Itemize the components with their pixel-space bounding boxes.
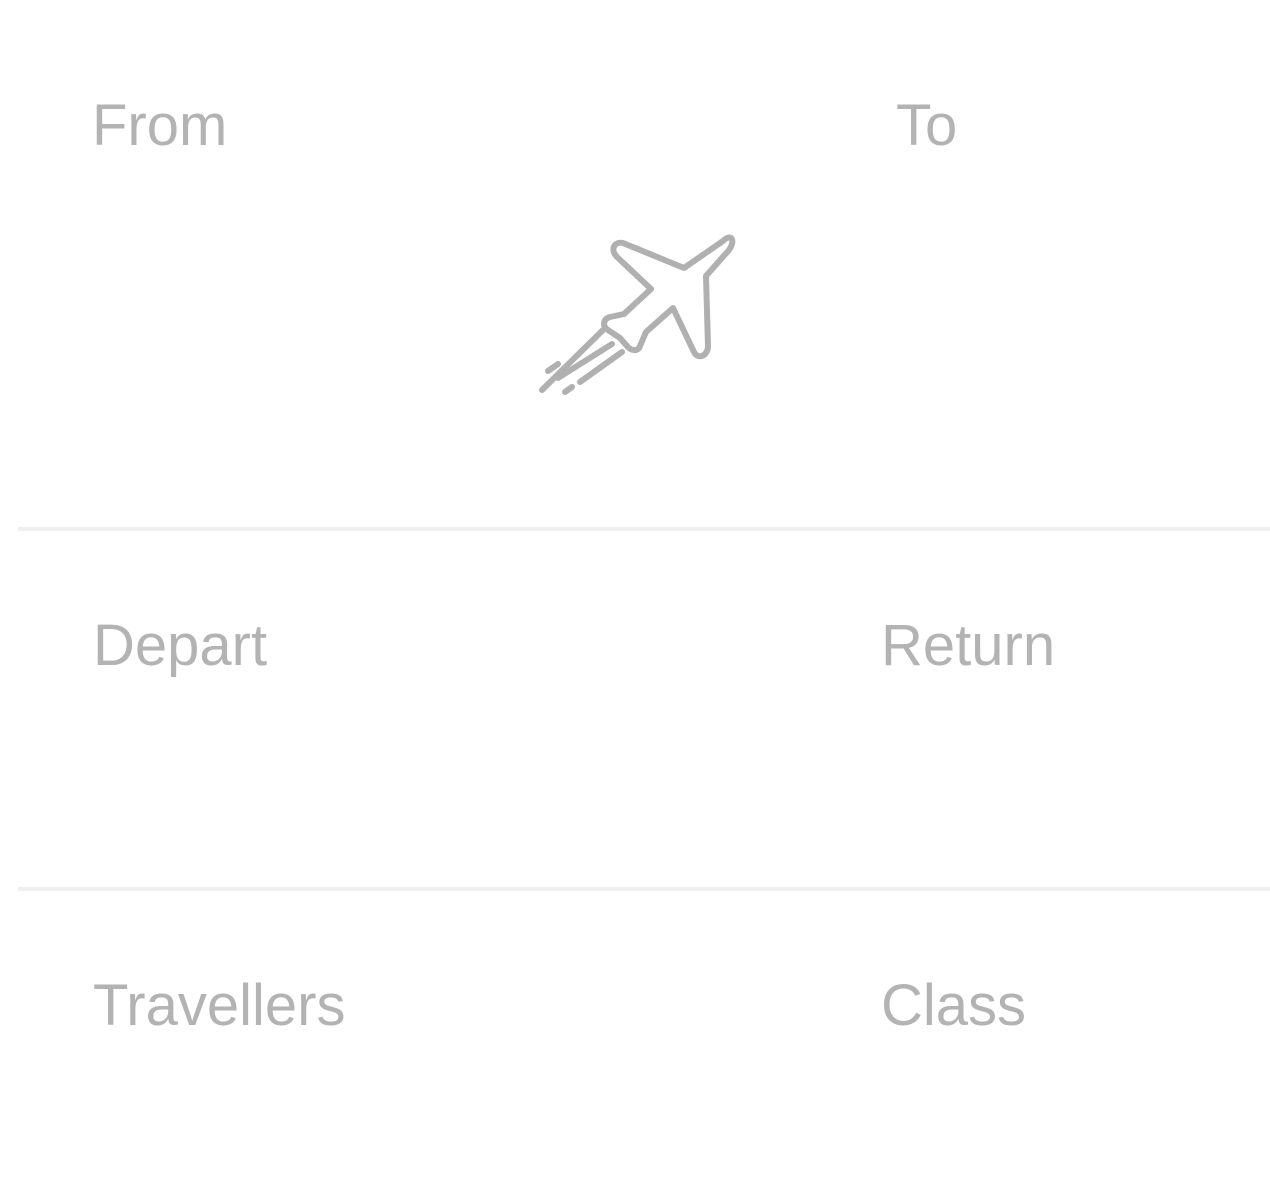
depart-label: Depart — [93, 613, 268, 678]
depart-field[interactable] — [18, 560, 618, 860]
return-field[interactable] — [760, 560, 1260, 860]
to-field[interactable] — [760, 60, 1260, 500]
return-label: Return — [881, 613, 1056, 678]
from-label: From — [92, 93, 228, 158]
divider-route — [18, 527, 1270, 531]
divider-dates — [18, 887, 1270, 891]
to-label: To — [896, 93, 958, 158]
class-label: Class — [881, 973, 1027, 1038]
class-field[interactable] — [760, 920, 1260, 1180]
travellers-field[interactable] — [18, 920, 618, 1180]
airplane-takeoff-icon[interactable] — [530, 228, 740, 404]
travellers-label: Travellers — [93, 973, 346, 1038]
